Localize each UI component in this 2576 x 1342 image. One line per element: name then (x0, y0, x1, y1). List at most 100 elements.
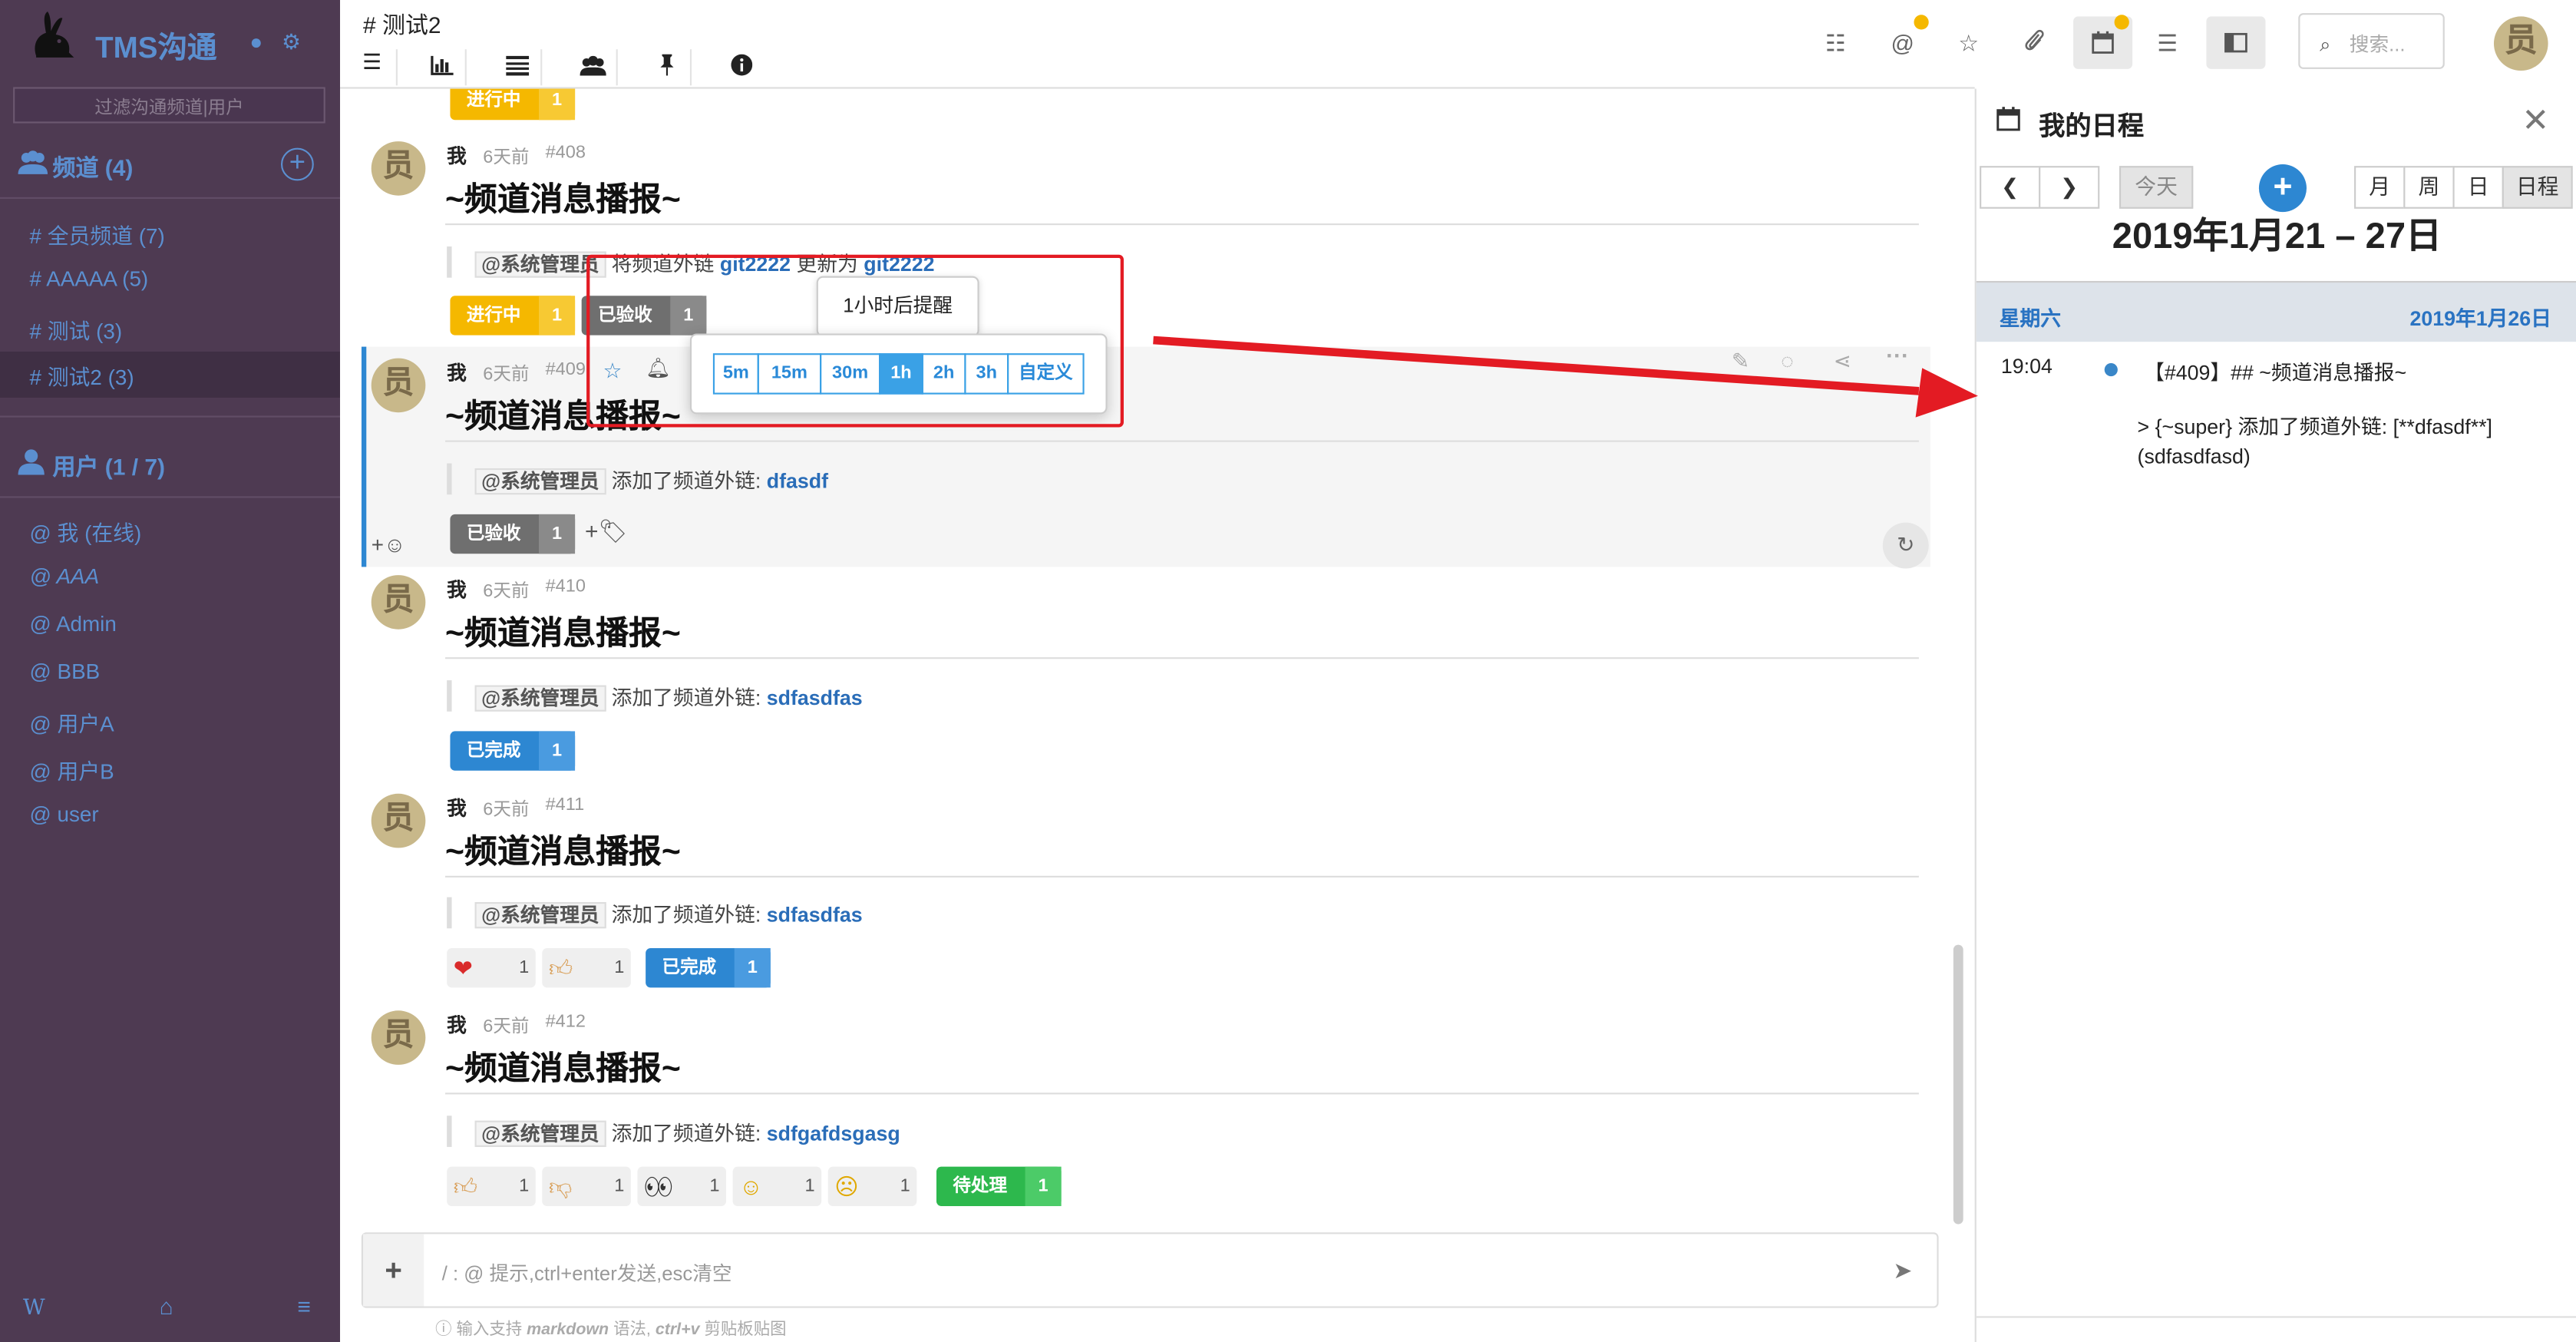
user-avatar[interactable]: 员 (2493, 16, 2548, 71)
reaction-thumbs-up[interactable]: 👍︎ 1 (447, 1166, 536, 1206)
reaction-count: 1 (614, 1176, 625, 1197)
task-list-icon[interactable]: ☷ (1825, 30, 1846, 58)
pin-icon[interactable] (642, 49, 692, 86)
avatar[interactable]: 员 (371, 358, 426, 413)
message-id[interactable]: #410 (546, 577, 586, 597)
app-brand[interactable]: TMS沟通 (95, 25, 216, 68)
message-id[interactable]: #409 (546, 360, 586, 380)
add-reaction-icon[interactable]: +☺ (372, 532, 406, 557)
info-icon[interactable] (716, 49, 765, 85)
at-mention-icon[interactable]: @ (1891, 30, 1914, 56)
avatar[interactable]: 员 (371, 1010, 426, 1065)
split-view-button[interactable] (2206, 16, 2266, 69)
quote-text: 添加了频道外链: (611, 1122, 761, 1145)
channels-header[interactable]: 频道 (4) (16, 150, 133, 184)
members-icon[interactable] (569, 49, 618, 86)
message-author[interactable]: 我 (447, 575, 467, 603)
comment-icon[interactable]: ◌ (1781, 349, 1794, 373)
sidebar-item-channel[interactable]: # 测试 (3) (0, 306, 340, 352)
share-nodes-icon[interactable]: ⚙ (282, 30, 301, 55)
message-time: 6天前 (483, 800, 530, 821)
attach-plus-button[interactable]: + (363, 1234, 424, 1307)
status-badge-in-progress[interactable]: 进行中 1 (450, 296, 576, 336)
reaction-eyes[interactable]: 👀︎ 1 (637, 1166, 727, 1206)
today-button[interactable]: 今天 (2119, 166, 2194, 209)
menu-icon[interactable]: ☰ (348, 49, 398, 86)
composer-hint: ⓘ 输入支持 markdown 语法, ctrl+v 剪贴板贴图 (435, 1314, 786, 1340)
view-day-button[interactable]: 日 (2452, 166, 2504, 209)
reaction-thumbs-up[interactable]: 👍︎ 1 (542, 947, 631, 988)
sidebar-item-user[interactable]: @ BBB (0, 651, 340, 697)
refresh-button[interactable]: ↻ (1882, 522, 1929, 569)
chart-icon[interactable] (418, 49, 467, 86)
sidebar-item-user[interactable]: @ 我 (在线) (0, 507, 340, 554)
avatar[interactable]: 员 (371, 575, 426, 630)
close-icon[interactable]: ✕ (2522, 101, 2549, 142)
mention-tag[interactable]: @系统管理员 (474, 902, 606, 929)
event-title[interactable]: 【#409】## ~频道消息播报~ (2144, 355, 2406, 386)
status-badge-done[interactable]: 已完成 1 (646, 947, 771, 988)
mention-tag[interactable]: @系统管理员 (474, 685, 606, 712)
message-author[interactable]: 我 (447, 1010, 467, 1038)
add-tag-icon[interactable]: +🏷︎ (585, 517, 628, 545)
sidebar-item-user[interactable]: @ user (0, 794, 340, 840)
message-scrollbar[interactable] (1953, 944, 1963, 1225)
composer-placeholder: / : @ 提示,ctrl+enter发送,esc清空 (441, 1261, 732, 1285)
share-icon[interactable]: ⋖ (1834, 349, 1851, 375)
add-channel-button[interactable]: + (280, 147, 314, 181)
view-agenda-button[interactable]: 日程 (2502, 166, 2573, 209)
sidebar-item-channel[interactable]: # AAAAA (5) (0, 258, 340, 304)
message-time: 6天前 (483, 147, 530, 168)
message-author[interactable]: 我 (447, 359, 467, 386)
message-id[interactable]: #412 (546, 1012, 586, 1032)
menu-icon[interactable]: ≡ (297, 1293, 310, 1319)
sidebar-item-user[interactable]: @ Admin (0, 603, 340, 649)
drop-icon[interactable]: ● (249, 30, 263, 55)
list-detail-icon[interactable] (493, 49, 543, 86)
status-badge-in-progress[interactable]: 进行中 1 (450, 88, 576, 121)
view-month-button[interactable]: 月 (2354, 166, 2406, 209)
message-id[interactable]: #411 (546, 795, 585, 815)
list-icon[interactable]: ☰ (2157, 30, 2178, 58)
search-input[interactable]: ⌕ 搜索... (2298, 13, 2445, 69)
channel-link[interactable]: sdfasdfas (767, 904, 863, 927)
reaction-cry[interactable]: ☹ 1 (827, 1166, 917, 1206)
status-badge-done[interactable]: 已完成 1 (450, 731, 576, 771)
channel-link[interactable]: sdfasdfas (767, 687, 863, 710)
channel-link[interactable]: sdfgafdsgasg (767, 1122, 900, 1145)
message-author[interactable]: 我 (447, 794, 467, 821)
reaction-heart[interactable]: ❤ 1 (447, 947, 536, 988)
message-id[interactable]: #408 (546, 143, 586, 163)
sidebar-item-user[interactable]: @ 用户A (0, 699, 340, 745)
more-icon[interactable]: ··· (1886, 342, 1909, 368)
next-week-button[interactable]: ❯ (2039, 166, 2100, 209)
prev-week-button[interactable]: ❮ (1980, 166, 2041, 209)
badge-label: 已完成 (466, 741, 521, 761)
avatar[interactable]: 员 (371, 793, 426, 848)
mention-tag[interactable]: @系统管理员 (474, 1120, 606, 1147)
sidebar-item-user[interactable]: @ AAA (0, 555, 340, 601)
wiki-link[interactable]: W (23, 1297, 45, 1321)
status-badge-accepted[interactable]: 已验收 1 (450, 514, 576, 554)
channel-filter-input[interactable]: 过滤沟通频道|用户 (13, 87, 325, 124)
add-event-button[interactable]: + (2258, 164, 2307, 213)
message-composer[interactable]: + / : @ 提示,ctrl+enter发送,esc清空 ➤ (361, 1232, 1939, 1308)
mention-tag[interactable]: @系统管理员 (474, 468, 606, 495)
sidebar-item-channel[interactable]: # 全员频道 (7) (0, 210, 340, 256)
send-icon[interactable]: ➤ (1893, 1257, 1912, 1284)
paperclip-icon[interactable] (2024, 29, 2046, 58)
reaction-laugh[interactable]: ☺ 1 (732, 1166, 822, 1206)
star-icon[interactable]: ☆ (1958, 30, 1979, 58)
reaction-thumbs-down[interactable]: 👎︎ 1 (542, 1166, 631, 1206)
home-icon[interactable]: ⌂ (160, 1293, 173, 1319)
avatar[interactable]: 员 (371, 141, 426, 196)
status-badge-pending[interactable]: 待处理 1 (936, 1166, 1062, 1206)
users-header[interactable]: 用户 (1 / 7) (16, 448, 165, 483)
sidebar-item-user[interactable]: @ 用户B (0, 746, 340, 792)
message-author[interactable]: 我 (447, 141, 467, 169)
sidebar-item-channel-active[interactable]: # 测试2 (3) (0, 352, 341, 398)
channel-link[interactable]: dfasdf (767, 470, 828, 493)
view-week-button[interactable]: 周 (2403, 166, 2455, 209)
edit-icon[interactable]: ✎ (1732, 349, 1749, 375)
event-body: > {~super} 添加了频道外链: [**dfasdf**](sdfasdf… (2137, 415, 2493, 468)
